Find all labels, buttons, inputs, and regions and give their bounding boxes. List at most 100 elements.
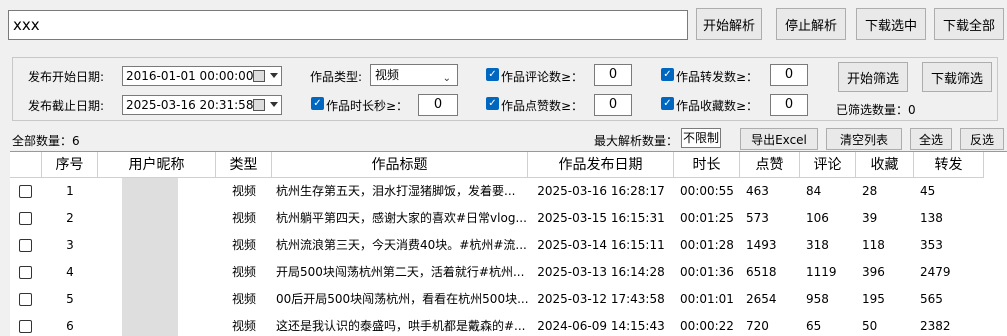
download-filter-button[interactable]: 下载筛选 — [922, 62, 992, 92]
end-date-picker[interactable]: 2025-03-16 20:31:58 — [122, 95, 282, 115]
filtered-count-label: 已筛选数量：0 — [836, 101, 916, 118]
row-checkbox[interactable] — [19, 212, 32, 225]
export-excel-button[interactable]: 导出Excel — [740, 128, 818, 150]
clear-list-button[interactable]: 清空列表 — [826, 128, 902, 150]
table-cell-shares: 45 — [920, 184, 936, 198]
table-cell-date: 2025-03-14 16:15:11 — [537, 238, 665, 252]
column-header[interactable]: 类型 — [216, 152, 272, 178]
start-parse-button[interactable]: 开始解析 — [696, 8, 762, 40]
table-cell-idx: 5 — [66, 292, 74, 306]
filtered-count-text: 已筛选数量： — [836, 103, 909, 117]
column-header[interactable]: 作品标题 — [272, 152, 528, 178]
table-cell-idx: 3 — [66, 238, 74, 252]
table-cell-title: 杭州躺平第四天，感谢大家的喜欢#日常vlog... — [276, 211, 527, 225]
comments-checkbox[interactable]: ✓ — [486, 68, 499, 81]
total-count-value: 6 — [72, 134, 80, 148]
shares-checkbox[interactable]: ✓ — [661, 68, 674, 81]
table-cell-fav: 39 — [862, 211, 878, 225]
table-cell-date: 2024-06-09 14:15:43 — [537, 319, 665, 333]
table-cell-shares: 353 — [920, 238, 943, 252]
table-cell-idx: 1 — [66, 184, 74, 198]
dropdown-arrow-icon — [270, 102, 278, 107]
column-header[interactable]: 用户昵称 — [98, 152, 216, 178]
table-cell-fav: 396 — [862, 265, 885, 279]
row-checkbox[interactable] — [19, 293, 32, 306]
table-cell-comments: 65 — [806, 319, 822, 333]
table-cell-fav: 118 — [862, 238, 885, 252]
dropdown-arrow-icon — [270, 73, 278, 78]
max-parse-input[interactable]: 不限制 — [681, 128, 721, 148]
likes-checkbox[interactable]: ✓ — [486, 97, 499, 110]
type-value: 视频 — [375, 68, 400, 82]
download-all-button[interactable]: 下载全部 — [934, 8, 1004, 40]
table-cell-idx: 2 — [66, 211, 74, 225]
column-header[interactable]: 评论 — [800, 152, 856, 178]
stop-parse-button[interactable]: 停止解析 — [776, 8, 846, 40]
start-date-label: 发布开始日期: — [28, 70, 105, 84]
column-header[interactable]: 序号 — [42, 152, 98, 178]
column-header[interactable]: 点赞 — [740, 152, 800, 178]
table-cell-comments: 958 — [806, 292, 829, 306]
type-label: 作品类型: — [310, 70, 363, 84]
download-selected-button[interactable]: 下载选中 — [856, 8, 926, 40]
start-filter-button[interactable]: 开始筛选 — [838, 62, 908, 92]
favorites-checkbox[interactable]: ✓ — [661, 97, 674, 110]
table-cell-date: 2025-03-12 17:43:58 — [537, 292, 665, 306]
table-cell-type: 视频 — [231, 292, 256, 306]
column-header[interactable]: 作品发布日期 — [528, 152, 674, 178]
type-select[interactable]: 视频 ⌄ — [370, 64, 458, 86]
total-count-label: 全部数量： — [12, 134, 73, 148]
table-cell-date: 2025-03-15 16:15:31 — [537, 211, 665, 225]
table-cell-title: 杭州生存第五天，泪水打湿猪脚饭，发着要... — [276, 184, 516, 198]
start-date-value: 2016-01-01 00:00:00 — [126, 69, 254, 83]
row-checkbox[interactable] — [19, 320, 32, 333]
comments-input[interactable]: 0 — [594, 64, 632, 86]
column-header[interactable]: 时长 — [674, 152, 740, 178]
table-cell-dur: 00:01:36 — [680, 265, 734, 279]
table-cell-likes: 463 — [746, 184, 769, 198]
max-parse-label: 最大解析数量： — [594, 134, 679, 148]
invert-select-button[interactable]: 反选 — [960, 128, 1004, 150]
table-cell-title: 00后开局500块闯荡杭州，看看在杭州500块... — [276, 292, 528, 306]
video-url-input[interactable]: xxx — [8, 10, 688, 40]
start-date-picker[interactable]: 2016-01-01 00:00:00 — [122, 66, 282, 86]
table-cell-type: 视频 — [231, 211, 256, 225]
comments-label: 作品评论数≥： — [501, 70, 584, 84]
duration-label: 作品时长秒≥： — [326, 99, 409, 113]
likes-input[interactable]: 0 — [594, 94, 632, 116]
table-cell-dur: 00:00:22 — [680, 319, 734, 333]
table-cell-shares: 2479 — [920, 265, 951, 279]
table-cell-likes: 2654 — [746, 292, 777, 306]
table-cell-likes: 6518 — [746, 265, 777, 279]
table-cell-title: 开局500块闯荡杭州第二天，活着就行#杭州... — [276, 265, 525, 279]
row-checkbox[interactable] — [19, 185, 32, 198]
table-cell-shares: 565 — [920, 292, 943, 306]
select-all-button[interactable]: 全选 — [910, 128, 952, 150]
table-cell-dur: 00:00:55 — [680, 184, 734, 198]
favorites-input[interactable]: 0 — [770, 94, 808, 116]
table-cell-likes: 720 — [746, 319, 769, 333]
row-checkbox[interactable] — [19, 239, 32, 252]
table-cell-type: 视频 — [231, 238, 256, 252]
table-cell-likes: 1493 — [746, 238, 777, 252]
calendar-icon — [253, 99, 265, 111]
shares-input[interactable]: 0 — [770, 64, 808, 86]
table-cell-idx: 6 — [66, 319, 74, 333]
duration-input[interactable]: 0 — [418, 94, 458, 116]
table-cell-fav: 50 — [862, 319, 878, 333]
table-cell-shares: 2382 — [920, 319, 951, 333]
table-cell-fav: 195 — [862, 292, 885, 306]
table-cell-type: 视频 — [231, 265, 256, 279]
column-header[interactable]: 收藏 — [856, 152, 914, 178]
table-cell-date: 2025-03-16 16:28:17 — [537, 184, 665, 198]
checkbox-column-header — [10, 152, 42, 178]
favorites-label: 作品收藏数≥： — [676, 99, 759, 113]
duration-checkbox[interactable]: ✓ — [311, 97, 324, 110]
table-cell-shares: 138 — [920, 211, 943, 225]
table-cell-type: 视频 — [231, 184, 256, 198]
table-cell-comments: 84 — [806, 184, 822, 198]
table-cell-title: 杭州流浪第三天，今天消费40块。#杭州#流... — [276, 238, 527, 252]
nickname-blur — [122, 178, 178, 336]
row-checkbox[interactable] — [19, 266, 32, 279]
column-header[interactable]: 转发 — [914, 152, 984, 178]
